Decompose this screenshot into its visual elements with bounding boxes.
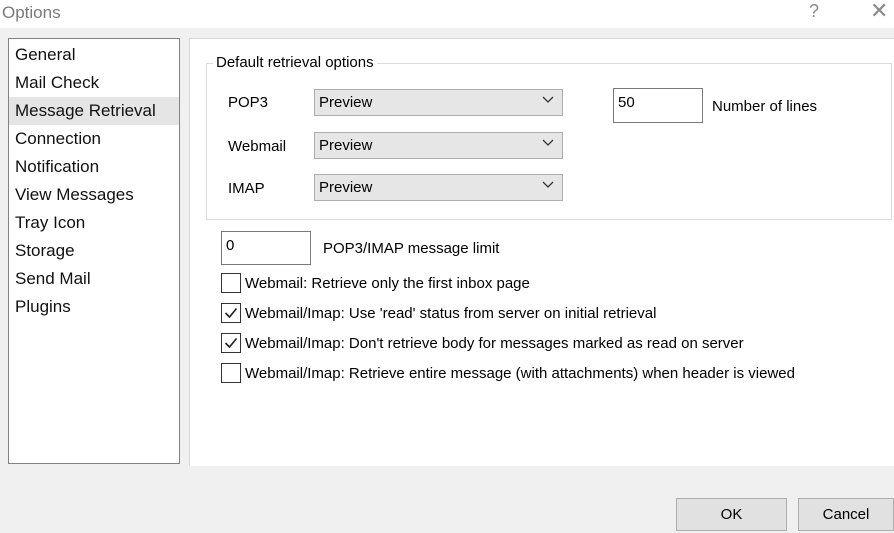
close-icon[interactable]: ✕ xyxy=(870,0,888,23)
skip-read-body-checkbox[interactable] xyxy=(221,333,241,353)
sidebar-item-plugins[interactable]: Plugins xyxy=(9,293,179,321)
message-limit-input[interactable]: 0 xyxy=(221,231,311,265)
group-title: Default retrieval options xyxy=(213,54,377,71)
pop3-select[interactable]: Preview xyxy=(314,89,563,116)
ok-button[interactable]: OK xyxy=(676,498,787,531)
webmail-label: Webmail xyxy=(228,138,287,155)
cancel-button[interactable]: Cancel xyxy=(798,498,894,531)
sidebar-item-general[interactable]: General xyxy=(9,41,179,69)
first-inbox-page-checkbox[interactable] xyxy=(221,273,241,293)
imap-label: IMAP xyxy=(228,180,265,197)
chevron-down-icon xyxy=(542,96,554,103)
entire-message-checkbox[interactable] xyxy=(221,363,241,383)
webmail-select[interactable]: Preview xyxy=(314,132,563,159)
number-of-lines-input[interactable]: 50 xyxy=(613,88,703,123)
sidebar-item-message-retrieval[interactable]: Message Retrieval xyxy=(9,97,179,125)
help-icon[interactable]: ? xyxy=(809,1,819,22)
window-title: Options xyxy=(2,3,61,22)
read-status-label: Webmail/Imap: Use 'read' status from ser… xyxy=(245,305,657,322)
first-inbox-page-label: Webmail: Retrieve only the first inbox p… xyxy=(245,275,530,292)
pop3-label: POP3 xyxy=(228,94,269,111)
imap-select[interactable]: Preview xyxy=(314,174,563,201)
sidebar-item-notification[interactable]: Notification xyxy=(9,153,179,181)
sidebar-item-send-mail[interactable]: Send Mail xyxy=(9,265,179,293)
message-limit-label: POP3/IMAP message limit xyxy=(323,240,500,257)
checkmark-icon xyxy=(224,337,238,349)
options-category-list[interactable]: General Mail Check Message Retrieval Con… xyxy=(8,38,180,464)
sidebar-item-storage[interactable]: Storage xyxy=(9,237,179,265)
sidebar-item-mail-check[interactable]: Mail Check xyxy=(9,69,179,97)
chevron-down-icon xyxy=(542,181,554,188)
title-bar: Options ? ✕ xyxy=(0,0,894,28)
checkmark-icon xyxy=(224,307,238,319)
webmail-select-value: Preview xyxy=(319,137,373,154)
entire-message-label: Webmail/Imap: Retrieve entire message (w… xyxy=(245,365,795,382)
skip-read-body-label: Webmail/Imap: Don't retrieve body for me… xyxy=(245,335,744,352)
read-status-checkbox[interactable] xyxy=(221,303,241,323)
imap-select-value: Preview xyxy=(319,179,373,196)
sidebar-item-view-messages[interactable]: View Messages xyxy=(9,181,179,209)
number-of-lines-label: Number of lines xyxy=(712,98,818,115)
sidebar-item-connection[interactable]: Connection xyxy=(9,125,179,153)
chevron-down-icon xyxy=(542,139,554,146)
sidebar-item-tray-icon[interactable]: Tray Icon xyxy=(9,209,179,237)
pop3-select-value: Preview xyxy=(319,94,373,111)
